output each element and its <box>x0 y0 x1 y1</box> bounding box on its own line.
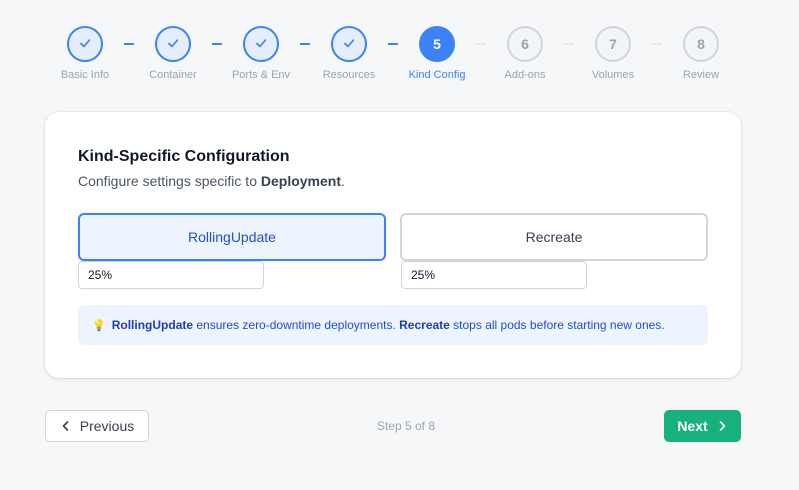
next-button[interactable]: Next <box>664 410 741 442</box>
check-icon <box>166 36 180 53</box>
wizard-stepper: Basic Info Container Ports & Env Resourc… <box>0 0 799 96</box>
card-subtitle: Configure settings specific to Deploymen… <box>78 173 345 189</box>
check-icon <box>78 36 92 53</box>
card-title: Kind-Specific Configuration <box>78 148 290 165</box>
info-text-1: ensures zero-downtime deployments. <box>193 318 400 332</box>
subtitle-kind: Deployment <box>260 173 341 189</box>
step-review[interactable]: 8 Review <box>656 26 746 81</box>
strategy-info-box: 💡 RollingUpdate ensures zero-downtime de… <box>78 305 708 345</box>
step-label: Volumes <box>591 69 635 81</box>
step-volumes[interactable]: 7 Volumes <box>568 26 658 81</box>
step-circle <box>331 26 367 62</box>
step-label: Basic Info <box>60 69 110 81</box>
step-circle: 6 <box>507 26 543 62</box>
max-unavailable-input[interactable] <box>401 261 587 289</box>
strategy-label: Recreate <box>525 229 583 245</box>
lightbulb-icon: 💡 <box>92 319 106 332</box>
info-term-recreate: Recreate <box>399 318 450 332</box>
info-text: RollingUpdate ensures zero-downtime depl… <box>112 318 665 332</box>
previous-button[interactable]: Previous <box>45 410 149 442</box>
step-container[interactable]: Container <box>128 26 218 81</box>
chevron-left-icon <box>60 420 72 432</box>
strategy-rolling-update-button[interactable]: RollingUpdate <box>78 213 386 261</box>
step-label: Kind Config <box>408 69 466 81</box>
step-indicator: Step 5 of 8 <box>376 419 436 433</box>
step-resources[interactable]: Resources <box>304 26 394 81</box>
info-term-rolling-update: RollingUpdate <box>111 318 194 332</box>
strategy-label: RollingUpdate <box>188 229 276 245</box>
step-circle <box>67 26 103 62</box>
step-circle <box>155 26 191 62</box>
kind-config-card: Kind-Specific Configuration Configure se… <box>45 112 741 378</box>
check-icon <box>254 36 268 53</box>
step-kind-config[interactable]: 5 Kind Config <box>392 26 482 81</box>
info-text-2: stops all pods before starting new ones. <box>449 318 665 332</box>
chevron-right-icon <box>716 420 728 432</box>
step-label: Review <box>682 69 720 81</box>
step-label: Ports & Env <box>231 69 291 81</box>
step-label: Resources <box>322 69 376 81</box>
strategy-recreate-button[interactable]: Recreate <box>400 213 708 261</box>
step-add-ons[interactable]: 6 Add-ons <box>480 26 570 81</box>
step-circle: 5 <box>419 26 455 62</box>
check-icon <box>342 36 356 53</box>
next-label: Next <box>677 418 708 434</box>
step-circle: 8 <box>683 26 719 62</box>
step-circle <box>243 26 279 62</box>
max-surge-input[interactable] <box>78 261 264 289</box>
subtitle-suffix: . <box>341 173 345 189</box>
step-ports-env[interactable]: Ports & Env <box>216 26 306 81</box>
previous-label: Previous <box>79 418 135 434</box>
subtitle-prefix: Configure settings specific to <box>78 173 261 189</box>
step-label: Container <box>149 69 197 81</box>
step-label: Add-ons <box>504 69 546 81</box>
step-basic-info[interactable]: Basic Info <box>40 26 130 81</box>
step-circle: 7 <box>595 26 631 62</box>
